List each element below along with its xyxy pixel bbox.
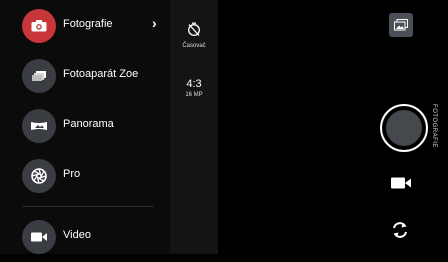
camera-icon [22,9,56,43]
timer-off-icon [188,22,200,36]
menu-item-label: Panorama [63,118,114,130]
menu-item-label: Pro [63,168,81,180]
gallery-button[interactable] [389,13,413,37]
menu-item-fotografie[interactable]: Fotografie › [0,1,170,51]
timer-option[interactable]: Časovač [170,22,218,49]
menu-item-video[interactable]: Video [0,212,170,262]
settings-panel: Časovač 4:3 16 MP [170,0,218,254]
aperture-icon [22,159,56,193]
menu-item-zoe[interactable]: Fotoaparát Zoe [0,51,170,101]
shutter-button[interactable] [380,104,428,152]
mode-label: FOTOGRAFIE [431,104,437,148]
camera-switch-icon [393,222,407,238]
resolution-label: 16 MP [185,92,203,98]
video-camera-icon [391,177,411,189]
image-size-option[interactable]: 4:3 16 MP [170,78,218,98]
menu-item-label: Fotografie [63,18,113,30]
timer-label: Časovač [182,43,206,49]
menu-item-label: Fotoaparát Zoe [63,68,139,80]
menu-item-panorama[interactable]: Panorama [0,101,170,151]
video-icon [22,220,56,254]
menu-divider [22,206,154,207]
menu-item-label: Video [63,229,91,241]
panorama-icon [22,109,56,143]
zoe-icon [22,59,56,93]
mode-menu: Fotografie › Fotoaparát Zoe Panorama Pro… [0,0,170,254]
aspect-ratio: 4:3 [186,78,202,90]
switch-camera-button[interactable] [390,220,414,244]
gallery-icon [394,19,408,31]
menu-item-pro[interactable]: Pro [0,151,170,201]
chevron-right-icon[interactable]: › [152,15,157,31]
mode-indicator: FOTOGRAFIE [424,104,444,148]
record-video-button[interactable] [390,176,414,194]
shutter-inner [386,110,422,146]
